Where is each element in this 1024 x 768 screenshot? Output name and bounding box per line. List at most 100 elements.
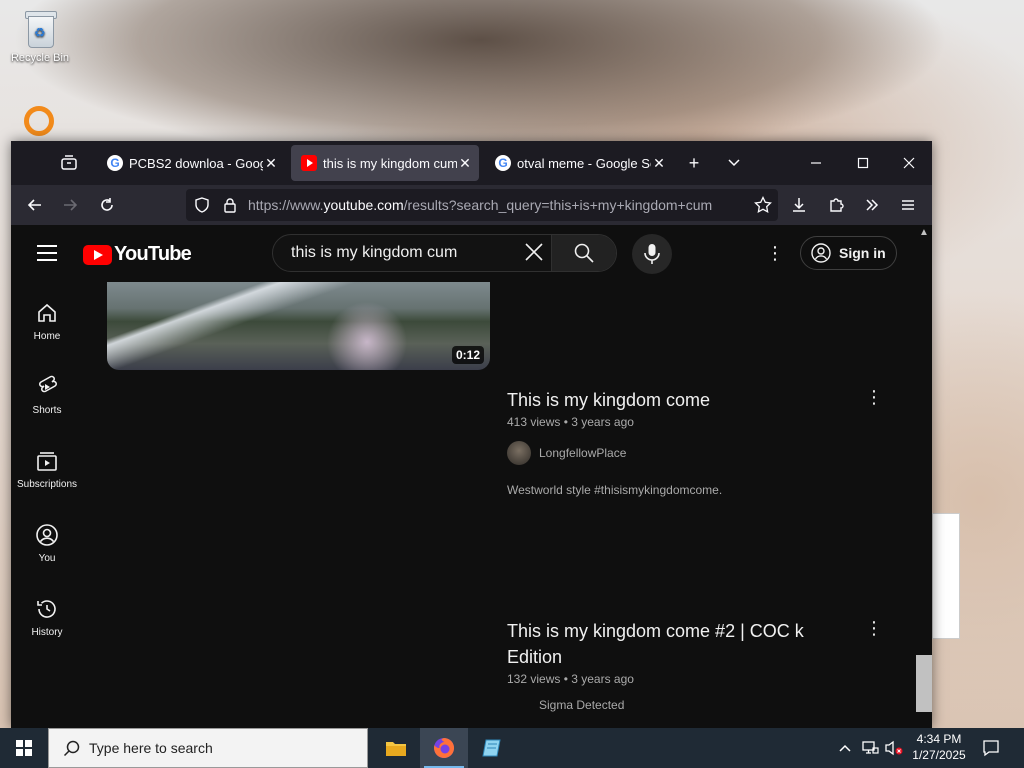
home-icon (38, 303, 56, 322)
history-icon (37, 600, 56, 618)
reload-button[interactable] (95, 193, 119, 217)
video-title[interactable]: This is my kingdom come (507, 387, 887, 413)
video-meta: 132 views • 3 years ago (507, 672, 634, 686)
notifications-button[interactable] (982, 728, 1000, 768)
taskbar-search-box[interactable]: Type here to search (48, 728, 368, 768)
video-title[interactable]: This is my kingdom come #2 | COC k Editi… (507, 618, 827, 670)
tab-title: this is my kingdom cum (323, 155, 457, 171)
list-all-tabs-button[interactable] (722, 151, 746, 175)
close-tab-icon[interactable]: ✕ (457, 155, 473, 172)
video-result[interactable]: This is my kingdom come #2 | COC k Editi… (507, 618, 883, 712)
background-window[interactable] (932, 513, 960, 639)
search-icon (63, 740, 80, 757)
clear-search-icon[interactable] (523, 241, 545, 268)
channel-row[interactable]: Sigma Detected (539, 698, 827, 712)
close-tab-icon[interactable]: ✕ (263, 155, 279, 172)
shield-icon (195, 197, 209, 213)
firefox-window: PCBS2 downloa - Google ✕ this is my king… (11, 141, 932, 728)
search-button[interactable] (551, 235, 616, 271)
start-button[interactable] (0, 728, 48, 768)
scroll-up-icon[interactable]: ▲ (919, 227, 929, 238)
channel-name[interactable]: LongfellowPlace (539, 446, 626, 460)
tab-otval[interactable]: otval meme - Google Sea ✕ (485, 145, 673, 181)
close-window-button[interactable] (897, 151, 921, 175)
video-description: Westworld style #thisismykingdomcome. (507, 483, 723, 497)
app-menu-button[interactable] (896, 193, 920, 217)
guide-item-subscriptions[interactable]: Subscriptions (11, 429, 83, 503)
tab-title: PCBS2 downloa - Google (129, 155, 263, 171)
network-status[interactable] (861, 728, 879, 768)
new-tab-button[interactable]: + (682, 151, 706, 175)
downloads-button[interactable] (787, 193, 811, 217)
scrollbar-thumb[interactable] (916, 655, 932, 712)
more-tools-button[interactable] (860, 193, 884, 217)
guide-item-home[interactable]: Home (11, 281, 83, 355)
guide-label: Home (33, 331, 61, 342)
video-kebab-icon[interactable]: ⋮ (865, 387, 883, 407)
tab-list-button[interactable] (59, 153, 79, 173)
menu-icon (902, 200, 914, 210)
back-button[interactable] (23, 193, 47, 217)
video-kebab-icon[interactable]: ⋮ (865, 618, 883, 638)
video-result[interactable]: This is my kingdom come 413 views • 3 ye… (507, 387, 887, 497)
tab-pcbs2[interactable]: PCBS2 downloa - Google ✕ (97, 145, 285, 181)
windows-logo-icon (16, 740, 32, 756)
page-scrollbar[interactable]: ▲ (916, 225, 932, 728)
youtube-play-icon (83, 244, 112, 265)
guide-item-shorts[interactable]: Shorts (11, 355, 83, 429)
firefox-taskbar-button[interactable] (420, 728, 468, 768)
puzzle-icon (830, 198, 844, 212)
recycle-bin-icon: ♻ (22, 8, 58, 48)
channel-row[interactable]: LongfellowPlace (507, 441, 887, 465)
chevron-up-icon (839, 744, 851, 752)
forward-button[interactable] (58, 193, 82, 217)
guide-item-history[interactable]: History (11, 577, 83, 651)
extensions-button[interactable] (824, 193, 848, 217)
reload-icon (101, 198, 113, 211)
google-icon (107, 155, 123, 171)
guide-menu-button[interactable] (37, 245, 57, 261)
guide-label: Shorts (32, 405, 62, 416)
system-clock[interactable]: 4:34 PM 1/27/2025 (908, 731, 970, 763)
address-bar[interactable]: https://www.youtube.com/results?search_q… (186, 189, 778, 221)
search-icon (574, 243, 594, 263)
guide-label: History (31, 627, 63, 638)
channel-name[interactable]: Sigma Detected (539, 698, 624, 712)
show-hidden-icons-button[interactable] (838, 728, 852, 768)
app-shortcut-icon[interactable] (24, 106, 54, 136)
mini-guide: Home Shorts Subscriptions You History (11, 281, 83, 651)
tab-youtube[interactable]: this is my kingdom cum ✕ (291, 145, 479, 181)
you-icon (36, 524, 58, 546)
minimize-button[interactable] (804, 151, 828, 175)
forward-arrow-icon (64, 199, 78, 211)
taskbar-search-placeholder: Type here to search (89, 740, 213, 756)
notepad-button[interactable] (468, 728, 516, 768)
youtube-logo[interactable]: YouTube (83, 243, 192, 266)
video-thumbnail[interactable]: 0:12 (107, 282, 490, 370)
recycle-bin-shortcut[interactable]: ♻ Recycle Bin (8, 8, 72, 64)
sign-in-label: Sign in (839, 245, 886, 261)
maximize-button[interactable] (851, 151, 875, 175)
channel-avatar[interactable] (507, 441, 531, 465)
minimize-icon (811, 162, 821, 164)
search-box (272, 234, 617, 272)
shorts-icon (39, 375, 57, 393)
video-duration: 0:12 (451, 346, 484, 364)
guide-item-you[interactable]: You (11, 503, 83, 577)
settings-kebab-icon[interactable]: ⋮ (766, 243, 784, 263)
url-text[interactable]: https://www.youtube.com/results?search_q… (248, 197, 712, 213)
youtube-masthead: YouTube ⋮ Sign in (11, 225, 916, 281)
notepad-icon (482, 739, 501, 757)
voice-search-button[interactable] (632, 234, 672, 274)
lock-icon (224, 198, 236, 213)
youtube-icon (301, 155, 317, 171)
clock-time: 4:34 PM (916, 732, 962, 746)
sign-in-button[interactable]: Sign in (800, 236, 897, 270)
file-explorer-button[interactable] (372, 728, 420, 768)
video-meta: 413 views • 3 years ago (507, 415, 634, 429)
tab-bar: PCBS2 downloa - Google ✕ this is my king… (11, 141, 932, 185)
volume-status[interactable] (884, 728, 904, 768)
search-input[interactable] (289, 243, 513, 263)
volume-muted-icon (885, 740, 903, 756)
close-tab-icon[interactable]: ✕ (651, 155, 667, 172)
